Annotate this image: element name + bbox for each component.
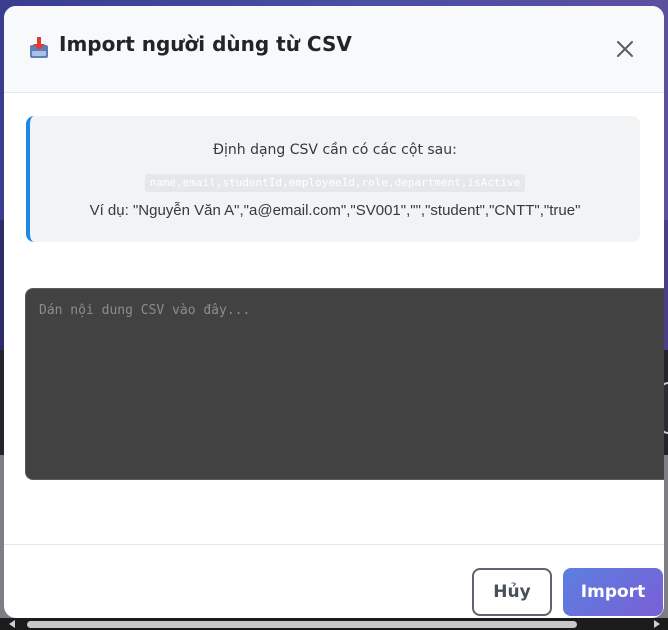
columns-code-wrap: name,email,studentId,employeeId,role,dep… <box>30 173 640 192</box>
info-example: Ví dụ: "Nguyễn Văn A","a@email.com","SV0… <box>89 202 581 219</box>
import-csv-modal: Import người dùng từ CSV Định dạng CSV c… <box>4 6 664 618</box>
columns-code: name,email,studentId,employeeId,role,dep… <box>144 174 526 192</box>
import-button[interactable]: Import <box>563 568 663 616</box>
scroll-left-arrow-icon[interactable] <box>9 620 15 628</box>
cancel-button[interactable]: Hủy <box>472 568 552 616</box>
modal-header: Import người dùng từ CSV <box>4 6 664 93</box>
modal-title: Import người dùng từ CSV <box>59 32 352 56</box>
inbox-tray-icon <box>30 37 48 58</box>
footer-divider <box>4 544 664 545</box>
horizontal-scrollbar[interactable] <box>0 618 668 630</box>
scrollbar-thumb[interactable] <box>27 621 577 628</box>
scroll-right-arrow-icon[interactable] <box>654 620 660 628</box>
csv-input[interactable] <box>25 288 664 480</box>
info-heading: Định dạng CSV cần có các cột sau: <box>213 142 457 158</box>
close-icon[interactable] <box>616 40 634 58</box>
csv-format-info: Định dạng CSV cần có các cột sau: name,e… <box>26 116 640 242</box>
